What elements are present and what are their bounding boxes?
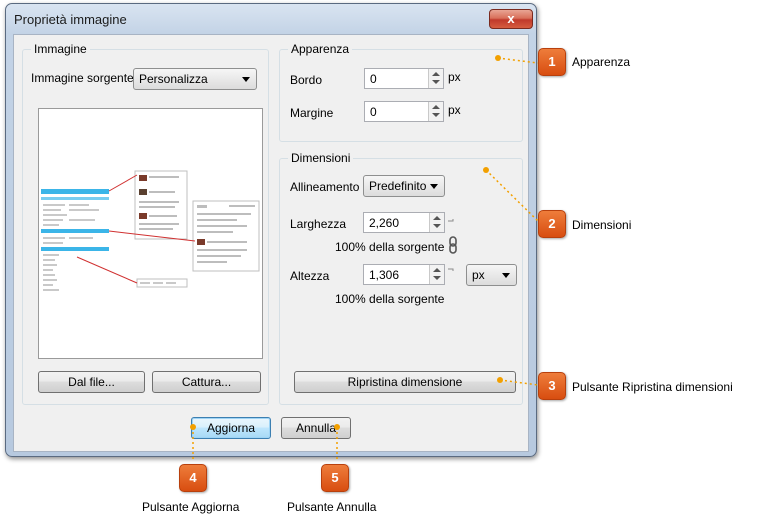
callout-leaders — [192, 57, 541, 462]
callout-badge-4: 4 — [179, 464, 207, 492]
callout-dot — [190, 424, 196, 430]
callout-text-5: Pulsante Annulla — [287, 500, 377, 514]
callout-text-1: Apparenza — [572, 55, 631, 69]
callout-dot — [483, 167, 489, 173]
callout-text-3: Pulsante Ripristina dimensioni — [572, 380, 733, 394]
callout-dot — [497, 377, 503, 383]
callout-badge-2: 2 — [538, 210, 566, 238]
callout-text-4: Pulsante Aggiorna — [142, 500, 240, 514]
callout-dot — [334, 424, 340, 430]
callout-badge-5: 5 — [321, 464, 349, 492]
callout-dot — [495, 55, 501, 61]
callout-badge-3: 3 — [538, 372, 566, 400]
callout-text-2: Dimensioni — [572, 218, 632, 232]
callout-badge-1: 1 — [538, 48, 566, 76]
